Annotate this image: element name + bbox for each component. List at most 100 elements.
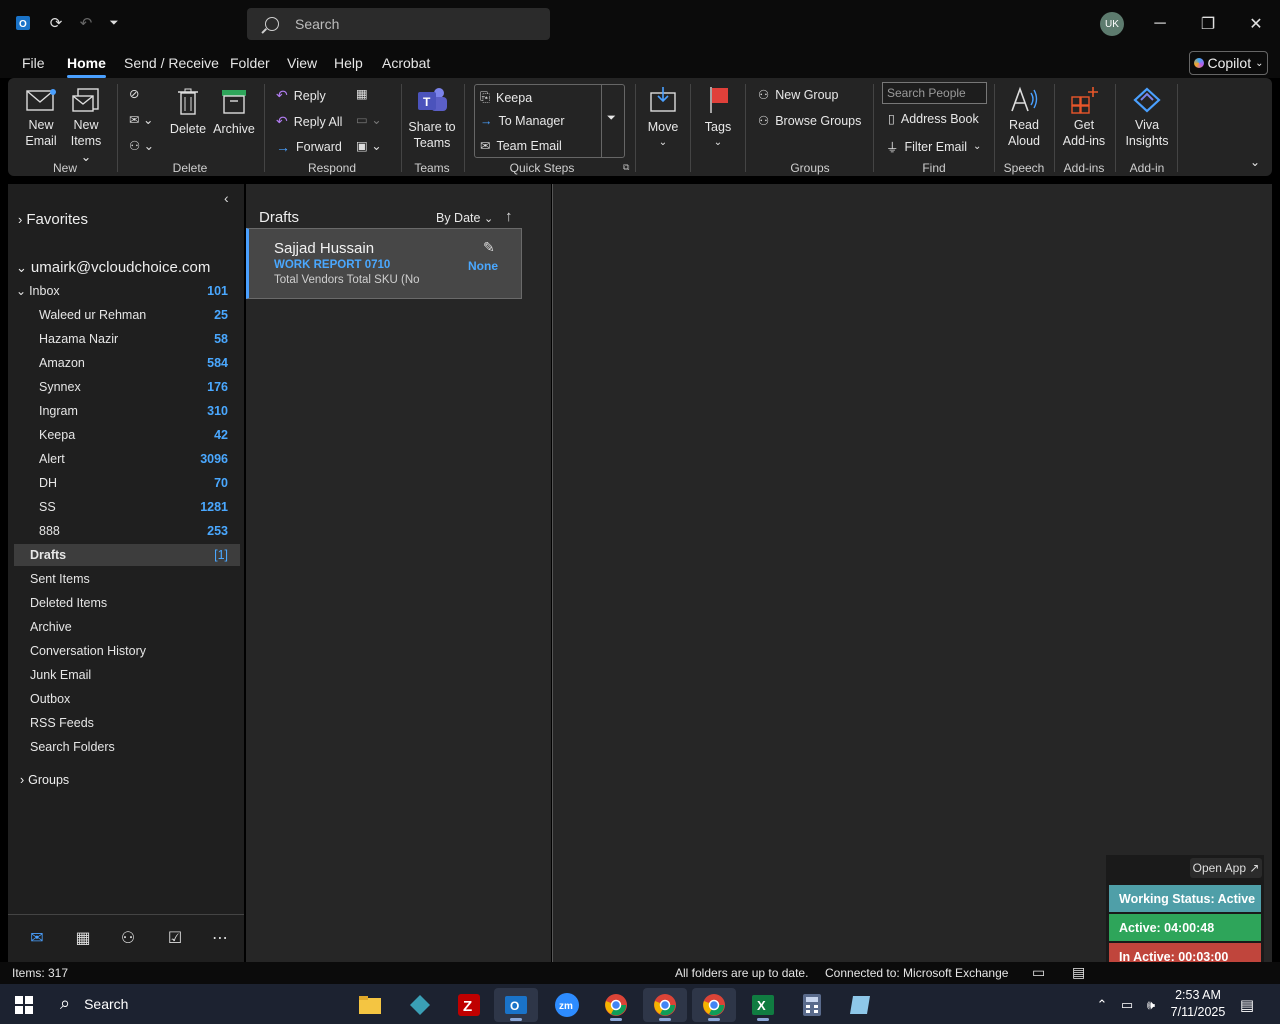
taskbar-search[interactable]: ⌕ Search xyxy=(60,993,128,1014)
tab-send-receive[interactable]: Send / Receive xyxy=(124,55,219,71)
sort-dropdown[interactable]: By Date ⌄ xyxy=(436,211,493,225)
zoom-icon[interactable]: zm xyxy=(545,988,589,1022)
get-addins-button[interactable]: Get Add-ins xyxy=(1060,85,1108,149)
show-hidden-icons-icon[interactable]: ⌃ xyxy=(1088,988,1116,1022)
tab-help[interactable]: Help xyxy=(334,55,363,71)
folder-subfolder[interactable]: Hazama Nazir 58 xyxy=(8,328,240,350)
folder-subfolder[interactable]: 888 253 xyxy=(8,520,240,542)
more-apps-icon[interactable]: ⋯ xyxy=(210,928,230,948)
folder-item[interactable]: Junk Email xyxy=(8,664,240,686)
sort-direction-icon[interactable]: ↑ xyxy=(505,208,513,225)
tasks-icon[interactable]: ☑ xyxy=(165,928,185,948)
folder-subfolder[interactable]: Keepa 42 xyxy=(8,424,240,446)
move-button[interactable]: Move ⌄ xyxy=(643,85,683,151)
folder-subfolder[interactable]: Waleed ur Rehman 25 xyxy=(8,304,240,326)
tags-button[interactable]: Tags ⌄ xyxy=(699,85,737,151)
search-bar[interactable]: Search xyxy=(247,8,550,40)
browse-groups-button[interactable]: ⚇ Browse Groups xyxy=(758,113,861,129)
folder-item[interactable]: Search Folders xyxy=(8,736,240,758)
calculator-icon[interactable] xyxy=(790,988,834,1022)
group-label-speech: Speech xyxy=(1003,161,1045,175)
outlook-taskbar-icon[interactable]: O xyxy=(494,988,538,1022)
folder-subfolder[interactable]: Synnex 176 xyxy=(8,376,240,398)
reply-all-button[interactable]: ↶ Reply All xyxy=(276,113,342,130)
excel-icon[interactable]: X xyxy=(741,988,785,1022)
folder-subfolder[interactable]: Alert 3096 xyxy=(8,448,240,470)
folder-item[interactable]: Sent Items xyxy=(8,568,240,590)
taskbar-clock[interactable]: 2:53 AM 7/11/2025 xyxy=(1160,987,1236,1021)
copilot-button[interactable]: Copilot ⌄ xyxy=(1189,51,1268,75)
quick-step-to-manager[interactable]: → To Manager xyxy=(480,114,565,128)
search-people-input[interactable]: Search People xyxy=(882,82,987,104)
tab-folder[interactable]: Folder xyxy=(230,55,270,71)
delete-button[interactable]: Delete xyxy=(168,87,208,137)
viva-insights-button[interactable]: Viva Insights xyxy=(1122,85,1172,149)
customize-toolbar-icon[interactable]: ⏷ xyxy=(103,12,125,34)
ribbon-expand-icon[interactable]: ⌄ xyxy=(1250,155,1260,169)
folder-item[interactable]: Conversation History xyxy=(8,640,240,662)
chrome-icon[interactable] xyxy=(594,988,638,1022)
folder-subfolder[interactable]: DH 70 xyxy=(8,472,240,494)
folder-subfolder[interactable]: Amazon 584 xyxy=(8,352,240,374)
chrome-profile-2-icon[interactable] xyxy=(643,988,687,1022)
groups-header[interactable]: › Groups xyxy=(20,773,69,787)
folder-subfolder[interactable]: SS 1281 xyxy=(8,496,240,518)
address-book-button[interactable]: ▯ Address Book xyxy=(888,111,979,127)
quick-step-team-email[interactable]: ✉ Team Email xyxy=(480,138,562,154)
people-icon[interactable]: ⚇ xyxy=(118,928,138,948)
favorites-header[interactable]: › Favorites xyxy=(18,211,88,228)
folder-inbox[interactable]: ⌄ Inbox 101 xyxy=(8,280,240,302)
new-group-button[interactable]: ⚇ New Group xyxy=(758,87,838,103)
close-icon[interactable]: ✕ xyxy=(1242,10,1270,38)
network-icon[interactable]: ▭ xyxy=(1114,988,1140,1022)
folder-item[interactable]: Deleted Items xyxy=(8,592,240,614)
minimize-icon[interactable]: ─ xyxy=(1146,10,1174,38)
im-reply-button[interactable]: ▭ ⌄ xyxy=(356,112,382,127)
quick-steps-dialog-launcher-icon[interactable]: ⧉ xyxy=(623,162,629,173)
sync-icon[interactable]: ⟳ xyxy=(45,12,67,34)
tab-acrobat[interactable]: Acrobat xyxy=(382,55,430,71)
list-item[interactable]: Sajjad Hussain WORK REPORT 0710 Total Ve… xyxy=(246,228,522,299)
filezilla-icon[interactable]: Z xyxy=(447,988,491,1022)
app-diamond-icon[interactable] xyxy=(398,988,442,1022)
account-header[interactable]: ⌄ umairk@vcloudchoice.com xyxy=(16,259,210,276)
mail-icon[interactable]: ✉ xyxy=(27,928,47,948)
notifications-icon[interactable]: ▤ xyxy=(1234,988,1260,1022)
folder-drafts[interactable]: Drafts [1] xyxy=(14,544,240,566)
undo-icon[interactable]: ↶ xyxy=(75,12,97,34)
tab-view[interactable]: View xyxy=(287,55,317,71)
cleanup-button[interactable]: ✉ ⌄ xyxy=(129,112,153,127)
avatar[interactable]: UK xyxy=(1100,12,1124,36)
read-aloud-button[interactable]: Read Aloud xyxy=(1002,85,1046,149)
folder-item[interactable]: Archive xyxy=(8,616,240,638)
collapse-pane-icon[interactable]: ‹ xyxy=(224,190,229,206)
open-app-button[interactable]: Open App ↗ xyxy=(1190,858,1262,878)
new-items-button[interactable]: New Items ⌄ xyxy=(64,87,108,165)
chrome-profile-3-icon[interactable] xyxy=(692,988,736,1022)
quick-steps-more-icon[interactable]: ⏷ xyxy=(607,112,616,125)
forward-button[interactable]: → Forward xyxy=(276,139,342,155)
calendar-icon[interactable]: ▦ xyxy=(73,928,93,948)
ignore-button[interactable]: ⊘ xyxy=(129,86,139,101)
tab-home[interactable]: Home xyxy=(67,55,106,78)
new-email-button[interactable]: New Email xyxy=(22,87,60,149)
tab-file[interactable]: File xyxy=(22,55,45,71)
maximize-icon[interactable]: ❐ xyxy=(1194,10,1222,38)
folder-item[interactable]: RSS Feeds xyxy=(8,712,240,734)
more-respond-button[interactable]: ▣ ⌄ xyxy=(356,138,382,153)
notes-app-icon[interactable] xyxy=(838,988,882,1022)
folder-subfolder[interactable]: Ingram 310 xyxy=(8,400,240,422)
reading-view-icon[interactable]: ▤ xyxy=(1072,964,1085,981)
envelope-icon xyxy=(26,89,56,111)
file-explorer-icon[interactable] xyxy=(348,988,392,1022)
windows-start-icon[interactable] xyxy=(2,988,46,1022)
archive-button[interactable]: Archive xyxy=(211,87,257,137)
junk-button[interactable]: ⚇ ⌄ xyxy=(129,138,154,153)
share-to-teams-button[interactable]: T Share to Teams xyxy=(406,85,458,151)
filter-email-button[interactable]: ⏚ Filter Email ⌄ xyxy=(886,137,981,156)
normal-view-icon[interactable]: ▭ xyxy=(1032,964,1045,981)
folder-item[interactable]: Outbox xyxy=(8,688,240,710)
meeting-reply-button[interactable]: ▦ xyxy=(356,86,368,101)
quick-step-keepa[interactable]: ⎘ Keepa xyxy=(480,90,532,105)
reply-button[interactable]: ↶ Reply xyxy=(276,87,326,104)
